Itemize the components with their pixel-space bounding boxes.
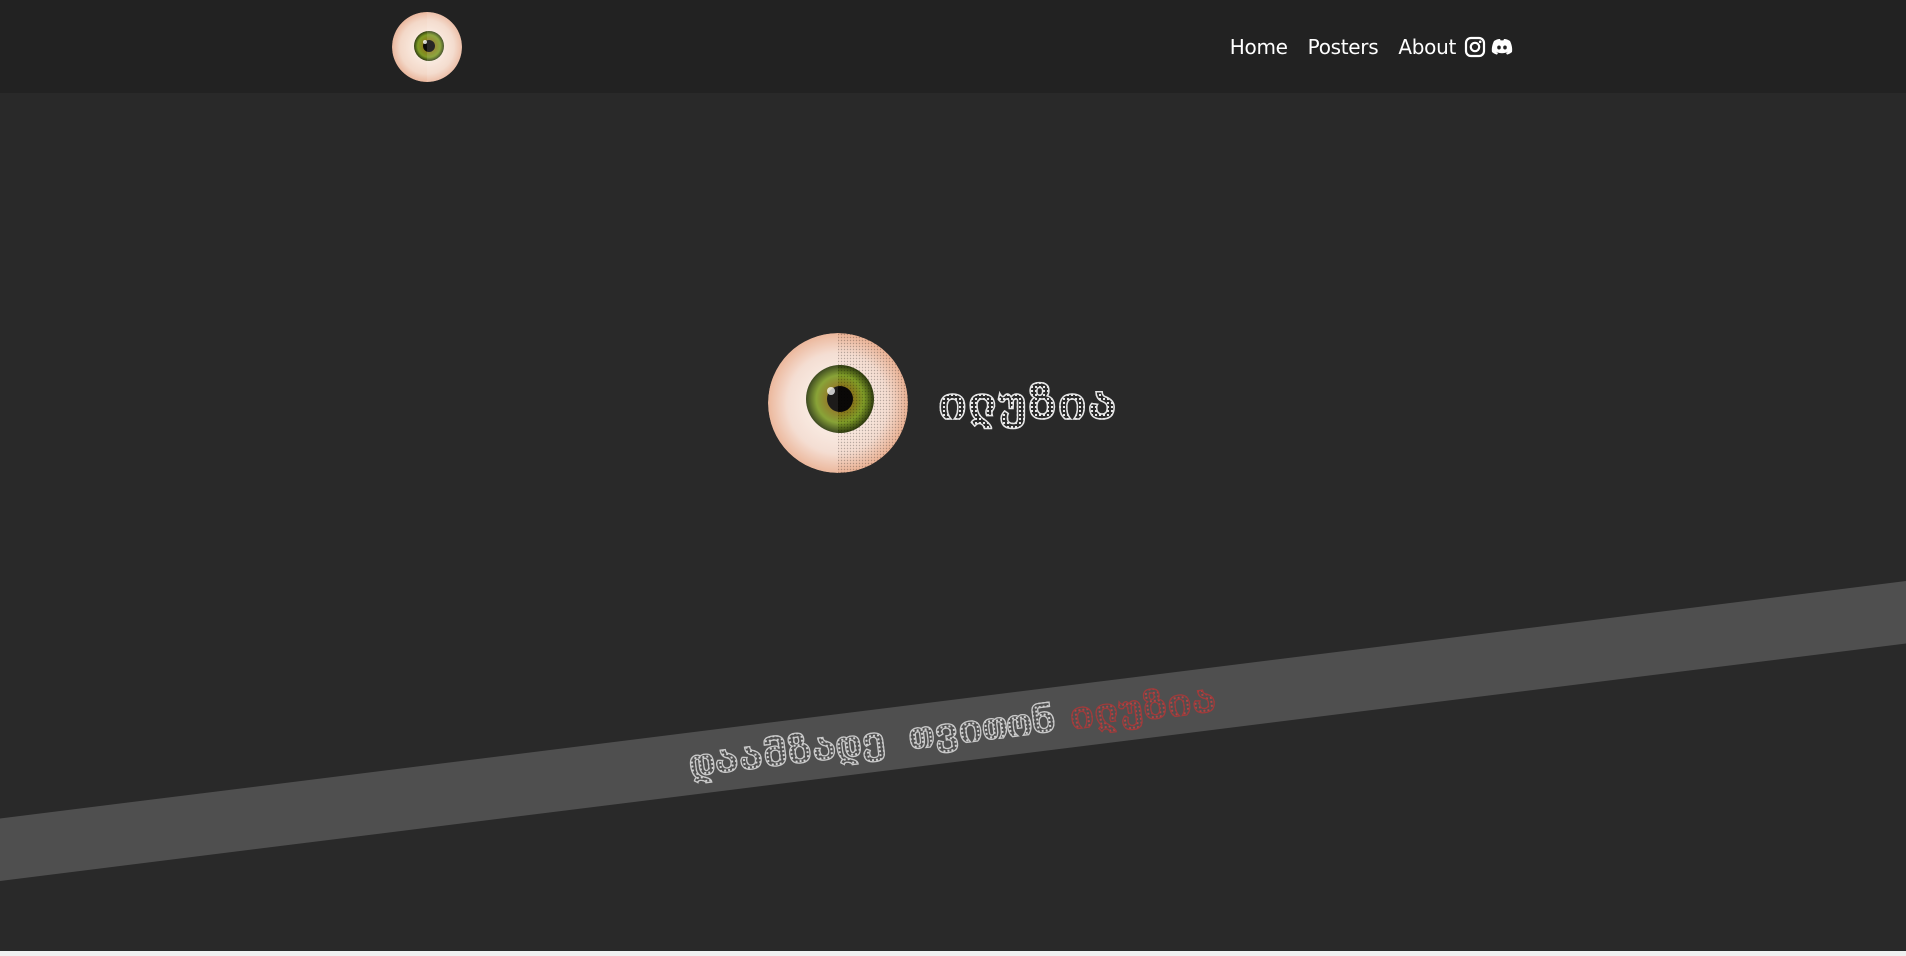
navbar: Home Posters About [0, 0, 1906, 93]
page: Home Posters About ილუზია დაამზადე თვითო… [0, 0, 1906, 956]
hero: ილუზია [768, 333, 1117, 473]
ribbon-text: დაამზადე თვითონ ილუზია [686, 675, 1219, 788]
eye-icon [392, 12, 462, 82]
instagram-icon[interactable] [1464, 36, 1486, 58]
site-logo[interactable] [392, 12, 462, 82]
hero-logo [768, 333, 908, 473]
eye-icon [768, 333, 908, 473]
banner-ribbon: დაამზადე თვითონ ილუზია [0, 578, 1906, 884]
nav-about[interactable]: About [1398, 33, 1456, 61]
hero-title: ილუზია [937, 374, 1118, 432]
discord-icon[interactable] [1490, 36, 1513, 58]
main-nav: Home Posters About [1230, 33, 1513, 61]
footer-divider [0, 951, 1906, 956]
nav-posters[interactable]: Posters [1308, 33, 1379, 61]
ribbon-text-b: ილუზია [1066, 675, 1219, 740]
ribbon-text-a: დაამზადე თვითონ [686, 695, 1059, 788]
nav-home[interactable]: Home [1230, 33, 1288, 61]
